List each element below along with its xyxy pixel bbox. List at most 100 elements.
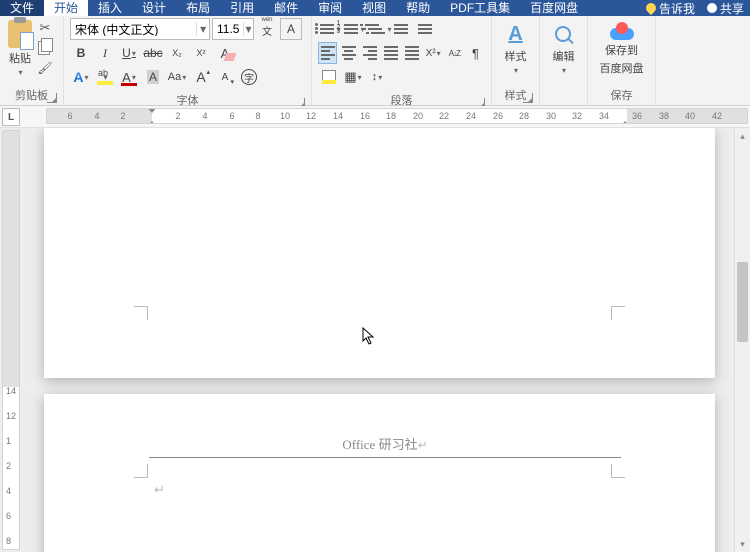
hanging-indent-marker[interactable] — [147, 108, 157, 124]
font-size-input[interactable] — [213, 22, 243, 36]
multilevel-icon — [363, 22, 387, 36]
tab-layout[interactable]: 布局 — [176, 0, 220, 16]
header-text[interactable]: Office 研习社↵ — [149, 434, 621, 453]
tab-help[interactable]: 帮助 — [396, 0, 440, 16]
font-name-input[interactable] — [71, 22, 196, 36]
cut-button[interactable] — [36, 20, 54, 36]
superscript-button[interactable]: X² — [190, 42, 212, 64]
ruler-tick: 28 — [519, 111, 529, 121]
borders-button[interactable] — [342, 66, 364, 88]
asian-layout-button[interactable] — [424, 42, 443, 64]
right-indent-marker[interactable] — [620, 108, 630, 124]
scroll-thumb[interactable] — [737, 262, 748, 342]
tab-file[interactable]: 文件 — [0, 0, 44, 16]
share-button[interactable]: 共享 — [701, 0, 750, 17]
text-effects-button[interactable] — [70, 66, 92, 88]
tell-me-search[interactable]: 告诉我 — [640, 0, 701, 17]
grow-font-button[interactable] — [190, 66, 212, 88]
font-name-dropdown[interactable]: ▾ — [196, 22, 209, 36]
highlight-dropdown[interactable] — [103, 73, 107, 82]
copy-button[interactable] — [36, 40, 54, 56]
format-painter-button[interactable] — [36, 60, 54, 76]
scroll-track[interactable] — [737, 144, 748, 536]
find-icon — [553, 24, 575, 46]
ruler-tick: 24 — [466, 111, 476, 121]
character-border-button[interactable]: A — [280, 18, 302, 40]
clear-formatting-button[interactable] — [214, 42, 236, 64]
highlight-button[interactable] — [94, 66, 116, 88]
page-2[interactable]: Office 研习社↵ ↵ — [44, 394, 715, 552]
page-header[interactable]: Office 研习社↵ — [149, 434, 621, 458]
line-spacing-button[interactable] — [366, 66, 388, 88]
vertical-scrollbar[interactable]: ▴ ▾ — [734, 128, 750, 552]
character-shading-button[interactable] — [142, 66, 164, 88]
person-icon — [707, 3, 717, 13]
align-right-button[interactable] — [360, 42, 379, 64]
line-spacing-dropdown[interactable] — [378, 73, 382, 82]
styles-dropdown[interactable] — [514, 66, 518, 75]
decrease-indent-button[interactable] — [390, 18, 412, 40]
bold-button[interactable]: B — [70, 42, 92, 64]
borders-dropdown[interactable] — [358, 73, 362, 82]
font-size-dropdown[interactable]: ▾ — [243, 22, 253, 36]
font-color-dropdown[interactable] — [132, 73, 136, 82]
multilevel-list-button[interactable] — [366, 18, 388, 40]
scroll-up-button[interactable]: ▴ — [735, 128, 750, 144]
tab-pdf-tools[interactable]: PDF工具集 — [440, 0, 520, 16]
align-justify-button[interactable] — [381, 42, 400, 64]
align-center-icon — [342, 46, 356, 60]
menubar: 文件 开始 插入 设计 布局 引用 邮件 审阅 视图 帮助 PDF工具集 百度网… — [0, 0, 750, 16]
vruler-tick: 2 — [6, 461, 11, 471]
group-clipboard: 粘贴 剪贴板 — [0, 16, 64, 105]
save-to-baidu-button[interactable]: 保存到 百度网盘 — [594, 18, 649, 80]
document-area[interactable]: Office 研习社↵ ↵ — [22, 128, 750, 552]
scroll-down-button[interactable]: ▾ — [735, 536, 750, 552]
align-left-button[interactable] — [318, 42, 337, 64]
underline-dropdown[interactable] — [132, 49, 136, 58]
vertical-ruler[interactable]: 141212468 — [2, 130, 20, 550]
tab-baidu-netdisk[interactable]: 百度网盘 — [520, 0, 588, 16]
subscript-button[interactable]: X₂ — [166, 42, 188, 64]
tab-mailings[interactable]: 邮件 — [264, 0, 308, 16]
show-marks-button[interactable] — [466, 42, 485, 64]
clipboard-launcher[interactable] — [47, 93, 57, 103]
align-distributed-button[interactable] — [403, 42, 422, 64]
paste-button[interactable]: 粘贴 — [6, 18, 34, 79]
font-color-button[interactable] — [118, 66, 140, 88]
paste-dropdown[interactable] — [18, 68, 22, 77]
styles-button[interactable]: A 样式 — [498, 18, 533, 80]
editing-dropdown[interactable] — [562, 66, 566, 75]
change-case-dropdown[interactable] — [182, 73, 186, 82]
align-center-button[interactable] — [339, 42, 358, 64]
margin-corner-bl — [134, 306, 148, 320]
horizontal-ruler[interactable]: 6422468101214161820222426283032343638404… — [46, 108, 748, 124]
tab-stop-selector[interactable] — [2, 108, 20, 126]
enclose-characters-button[interactable] — [238, 66, 260, 88]
shading-button[interactable] — [318, 66, 340, 88]
strikethrough-button[interactable]: abc — [142, 42, 164, 64]
increase-indent-button[interactable] — [414, 18, 436, 40]
font-size-combo[interactable]: ▾ — [212, 18, 254, 40]
italic-button[interactable]: I — [94, 42, 116, 64]
styles-launcher[interactable] — [523, 93, 533, 103]
underline-button[interactable]: U — [118, 42, 140, 64]
shrink-font-button[interactable] — [214, 66, 236, 88]
vruler-top-margin[interactable] — [3, 131, 19, 387]
asian-layout-dropdown[interactable] — [437, 49, 441, 58]
tab-design[interactable]: 设计 — [132, 0, 176, 16]
tab-review[interactable]: 审阅 — [308, 0, 352, 16]
editing-button[interactable]: 编辑 — [546, 18, 581, 80]
tab-view[interactable]: 视图 — [352, 0, 396, 16]
shading-dropdown[interactable] — [327, 73, 331, 82]
numbering-button[interactable] — [342, 18, 364, 40]
ruler-tick: 22 — [439, 111, 449, 121]
phonetic-guide-button[interactable] — [256, 18, 278, 40]
sort-button[interactable] — [445, 42, 464, 64]
text-effects-dropdown[interactable] — [85, 73, 89, 82]
tab-references[interactable]: 引用 — [220, 0, 264, 16]
tab-home[interactable]: 开始 — [44, 0, 88, 16]
tab-insert[interactable]: 插入 — [88, 0, 132, 16]
font-name-combo[interactable]: ▾ — [70, 18, 210, 40]
change-case-button[interactable] — [166, 66, 188, 88]
page-1[interactable] — [44, 128, 715, 378]
